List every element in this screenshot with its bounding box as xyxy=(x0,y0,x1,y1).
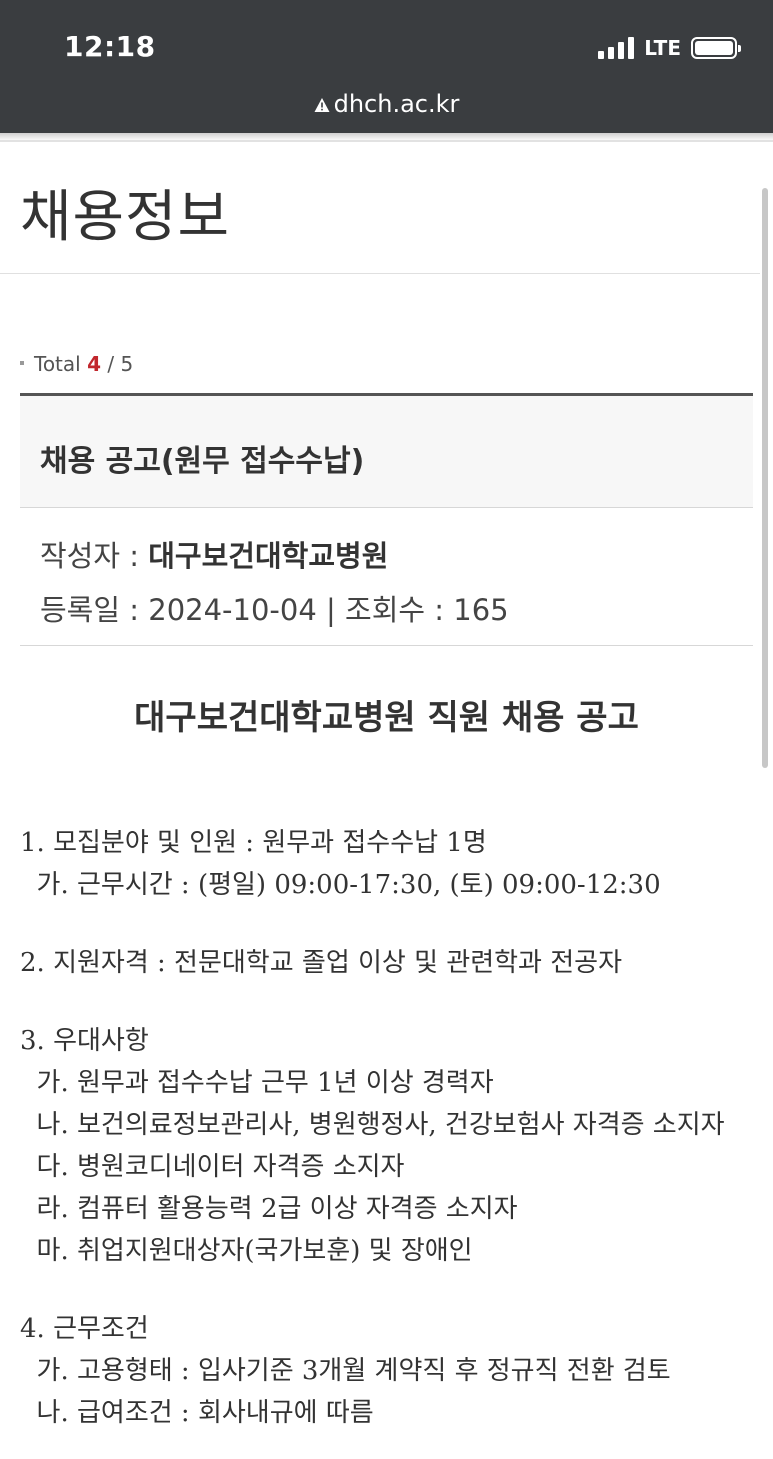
date-label: 등록일 : xyxy=(40,593,149,627)
battery-icon xyxy=(691,37,741,59)
signal-icon xyxy=(598,37,635,59)
writer-label: 작성자 : xyxy=(40,539,149,573)
post-date: 2024-10-04 xyxy=(148,593,317,627)
views-label: 조회수 : xyxy=(345,593,454,627)
address-bar[interactable]: dhch.ac.kr xyxy=(0,90,773,118)
post-body: 1. 모집분야 및 인원 : 원무과 접수수납 1명 가. 근무시간 : (평일… xyxy=(20,822,725,1434)
post-header: 채용 공고(원무 접수수납) xyxy=(20,396,753,508)
bullet-icon xyxy=(20,361,24,365)
status-time: 12:18 xyxy=(64,30,156,63)
body-line: 나. 급여조건 : 회사내규에 따름 xyxy=(20,1398,374,1428)
writer-name: 대구보건대학교병원 xyxy=(148,539,389,573)
network-type: LTE xyxy=(644,36,681,60)
total-count: 5 xyxy=(120,352,134,376)
meta-divider xyxy=(20,645,753,646)
body-line: 1. 모집분야 및 인원 : 원무과 접수수납 1명 xyxy=(20,828,487,858)
views-separator: | xyxy=(316,593,346,627)
page-title: 채용정보 xyxy=(20,185,231,250)
view-count: 165 xyxy=(453,593,509,627)
post-date-views: 등록일 : 2024-10-04 | 조회수 : 165 xyxy=(40,587,509,629)
body-line: 마. 취업지원대상자(국가보훈) 및 장애인 xyxy=(20,1236,473,1266)
browser-chrome: 12:18 LTE dhch.ac.kr xyxy=(0,0,773,133)
total-label: Total xyxy=(34,352,81,376)
body-line: 2. 지원자격 : 전문대학교 졸업 이상 및 관련학과 전공자 xyxy=(20,948,623,978)
body-line: 가. 고용형태 : 입사기준 3개월 계약직 후 정규직 전환 검토 xyxy=(20,1356,671,1386)
count-separator: / xyxy=(101,352,121,376)
url-text: dhch.ac.kr xyxy=(333,90,460,118)
status-indicators: LTE xyxy=(598,36,741,60)
body-line: 4. 근무조건 xyxy=(20,1314,149,1344)
current-count: 4 xyxy=(87,352,101,376)
content-heading: 대구보건대학교병원 직원 채용 공고 xyxy=(134,698,639,738)
post-writer: 작성자 : 대구보건대학교병원 xyxy=(40,533,388,575)
scrollbar[interactable] xyxy=(762,188,768,768)
title-divider xyxy=(0,273,760,274)
body-line: 가. 원무과 접수수납 근무 1년 이상 경력자 xyxy=(20,1068,494,1098)
chrome-divider xyxy=(0,140,773,142)
body-line: 라. 컴퓨터 활용능력 2급 이상 자격증 소지자 xyxy=(20,1194,518,1224)
body-line: 다. 병원코디네이터 자격증 소지자 xyxy=(20,1152,405,1182)
post-title: 채용 공고(원무 접수수납) xyxy=(40,444,365,479)
board-count: Total 4 / 5 xyxy=(20,352,133,376)
body-line: 나. 보건의료정보관리사, 병원행정사, 건강보험사 자격증 소지자 xyxy=(20,1110,725,1140)
body-line: 3. 우대사항 xyxy=(20,1026,149,1056)
warning-triangle-icon xyxy=(314,98,330,112)
body-line: 가. 근무시간 : (평일) 09:00-17:30, (토) 09:00-12… xyxy=(20,870,661,900)
